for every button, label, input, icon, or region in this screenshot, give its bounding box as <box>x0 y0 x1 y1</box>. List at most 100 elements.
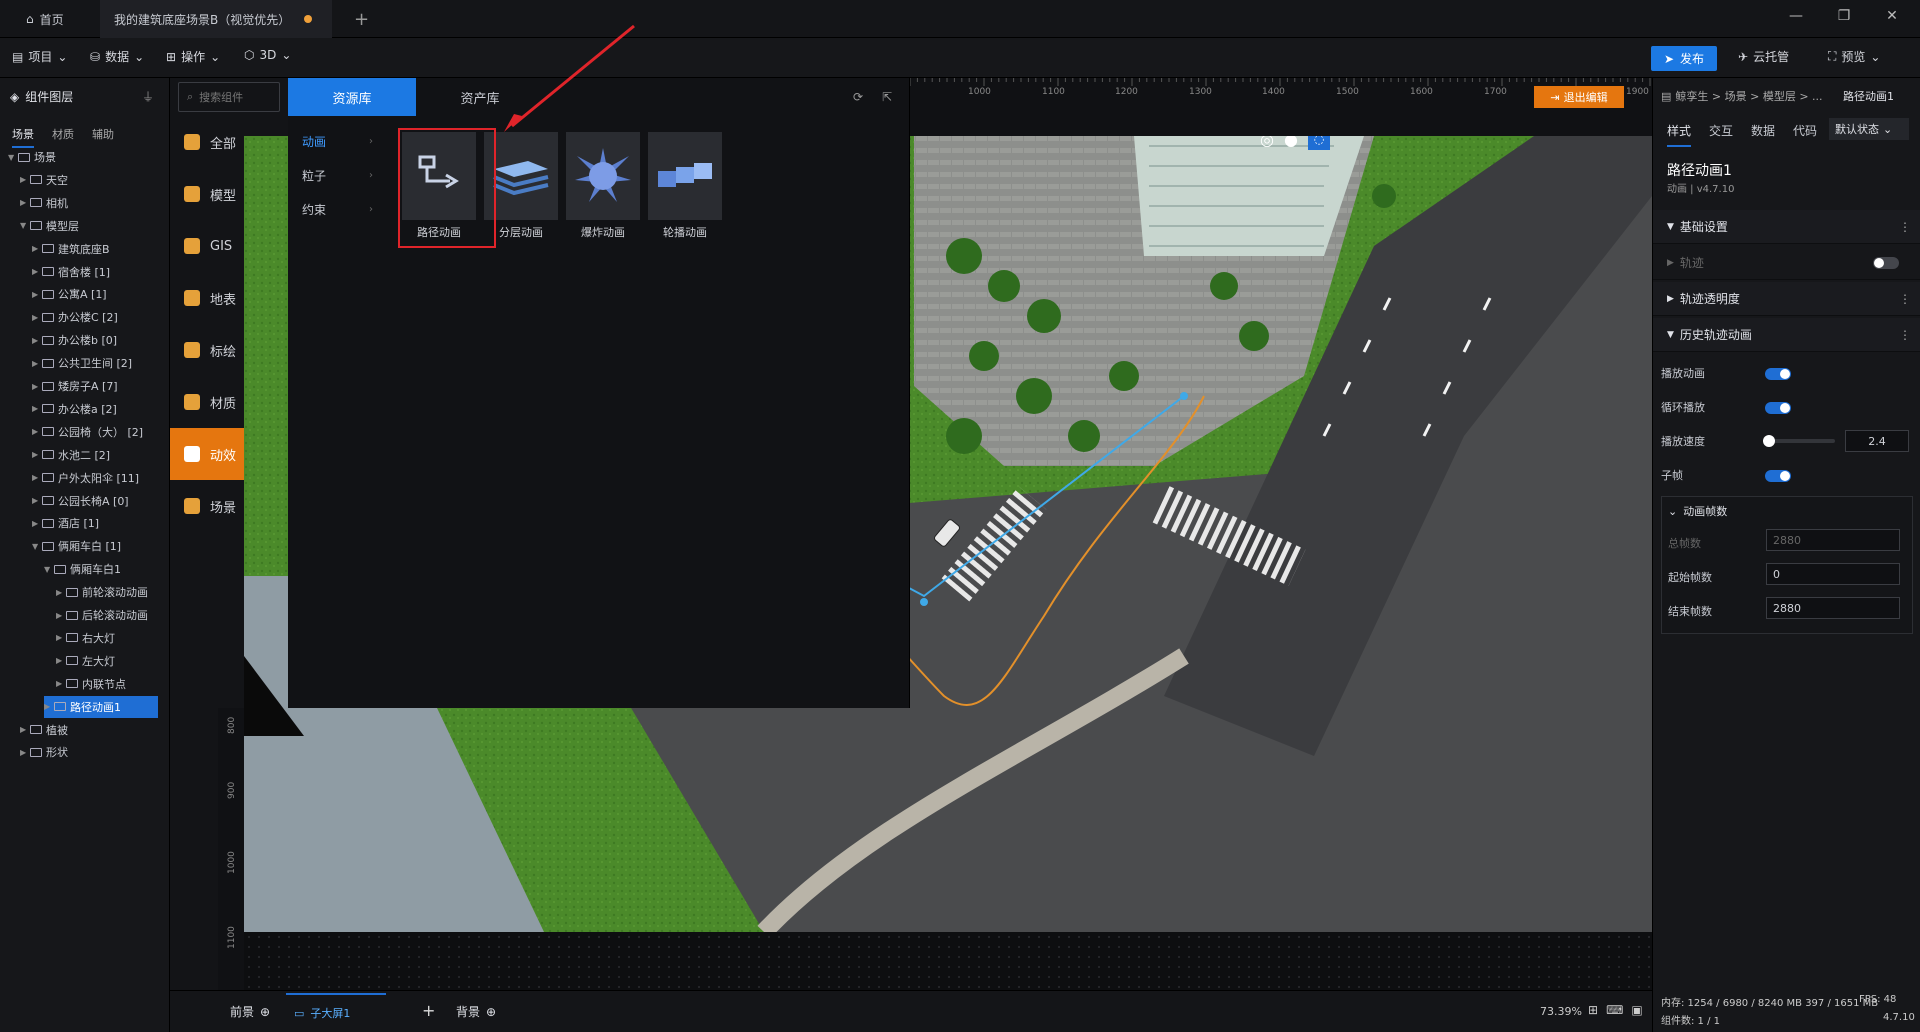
restore-icon[interactable]: ❐ <box>1832 8 1856 30</box>
layer-tree-item[interactable]: ▶ 办公楼b [0] <box>32 329 158 351</box>
caret-right-icon[interactable]: ▶ <box>32 450 42 459</box>
section-basic[interactable]: ▼ 基础设置 ⋮ <box>1653 210 1920 244</box>
caret-right-icon[interactable]: ▶ <box>32 244 42 253</box>
right-tab-data[interactable]: 数据 <box>1751 122 1775 139</box>
layer-tree-item[interactable]: ▶ 相机 <box>20 192 158 214</box>
tab-sub-screen[interactable]: ▭ 子大屏1 <box>286 993 386 1031</box>
left-tab-helper[interactable]: 辅助 <box>92 126 114 142</box>
layer-tree-item[interactable]: ▶ 前轮滚动动画 <box>56 581 158 603</box>
start-frame-input[interactable]: 0 <box>1766 563 1900 585</box>
more-icon[interactable]: ⋮ <box>1899 292 1911 306</box>
tab-home[interactable]: ⌂ 首页 <box>12 0 78 38</box>
menu-project[interactable]: ▤ 项目 ⌄ <box>12 48 67 65</box>
keyboard-icon[interactable]: ⌨ <box>1606 1003 1623 1017</box>
sphere-icon[interactable]: ● <box>1284 136 1298 149</box>
frames-header[interactable]: ⌄ 动画帧数 <box>1668 503 1727 519</box>
caret-down-icon[interactable]: ▼ <box>8 153 18 162</box>
foreground-button[interactable]: 前景 ⊕ <box>230 1003 270 1020</box>
section-history[interactable]: ▼ 历史轨迹动画 ⋮ <box>1653 318 1920 352</box>
section-track[interactable]: ▶ 轨迹 <box>1653 246 1920 280</box>
resource-card[interactable]: 爆炸动画 <box>566 132 640 242</box>
refresh-icon[interactable]: ⟳ <box>853 90 863 104</box>
layer-tree-item[interactable]: ▶ 宿舍楼 [1] <box>32 261 158 283</box>
caret-right-icon[interactable]: ▶ <box>32 473 42 482</box>
caret-right-icon[interactable]: ▶ <box>56 633 66 642</box>
layer-tree-item[interactable]: ▶ 公园椅（大） [2] <box>32 421 158 443</box>
menu-operate[interactable]: ⊞ 操作 ⌄ <box>166 48 220 65</box>
globe-icon[interactable]: ◎ <box>1260 136 1274 149</box>
caret-right-icon[interactable]: ▶ <box>20 198 30 207</box>
play-toggle[interactable] <box>1765 368 1791 380</box>
layer-tree-item[interactable]: ▼ 俩厢车白 [1] <box>32 535 158 557</box>
menu-data[interactable]: ⛁ 数据 ⌄ <box>90 48 144 65</box>
caret-right-icon[interactable]: ▶ <box>32 336 42 345</box>
caret-right-icon[interactable]: ▶ <box>32 290 42 299</box>
exit-edit-button[interactable]: ⇥ 退出编辑 <box>1534 86 1624 108</box>
caret-right-icon[interactable]: ▶ <box>20 175 30 184</box>
tab-scene[interactable]: 我的建筑底座场景B（视觉优先） <box>100 0 332 38</box>
layer-tree-item[interactable]: ▶ 形状 <box>20 741 158 763</box>
speed-input[interactable]: 2.4 <box>1845 430 1909 452</box>
caret-right-icon[interactable]: ▶ <box>32 267 42 276</box>
layer-tree-item[interactable]: ▶ 办公楼C [2] <box>32 306 158 328</box>
layer-tree-item[interactable]: ▶ 公园长椅A [0] <box>32 490 158 512</box>
caret-right-icon[interactable]: ▶ <box>20 748 30 757</box>
caret-right-icon[interactable]: ▶ <box>32 519 42 528</box>
caret-right-icon[interactable]: ▶ <box>56 611 66 620</box>
track-toggle[interactable] <box>1873 257 1899 269</box>
layer-tree-item[interactable]: ▼ 模型层 <box>20 215 158 237</box>
terminal-icon[interactable]: ▣ <box>1631 1003 1642 1017</box>
layer-tree-item[interactable]: ▶ 办公楼a [2] <box>32 398 158 420</box>
right-tab-style[interactable]: 样式 <box>1667 122 1692 147</box>
more-icon[interactable]: ⋮ <box>1899 220 1911 234</box>
speed-slider[interactable] <box>1763 435 1835 447</box>
filter-icon[interactable]: ⏚ <box>142 88 154 105</box>
layer-tree-item[interactable]: ▶ 矮房子A [7] <box>32 375 158 397</box>
left-tab-scene[interactable]: 场景 <box>12 126 34 148</box>
end-frame-input[interactable]: 2880 <box>1766 597 1900 619</box>
layer-tree-item[interactable]: ▶ 公共卫生间 [2] <box>32 352 158 374</box>
caret-right-icon[interactable]: ▶ <box>56 679 66 688</box>
section-track-opacity[interactable]: ▶ 轨迹透明度 ⋮ <box>1653 282 1920 316</box>
fit-screen-icon[interactable]: ⊞ <box>1588 1003 1598 1017</box>
menu-3d[interactable]: ⬡ 3D ⌄ <box>244 48 291 62</box>
caret-down-icon[interactable]: ▼ <box>20 221 30 230</box>
loop-toggle[interactable] <box>1765 402 1791 414</box>
right-tab-code[interactable]: 代码 <box>1793 122 1817 139</box>
more-icon[interactable]: ⋮ <box>1899 328 1911 342</box>
left-tab-material[interactable]: 材质 <box>52 126 74 142</box>
layer-tree-item[interactable]: ▶ 酒店 [1] <box>32 512 158 534</box>
layer-tree-item[interactable]: ▶ 内联节点 <box>56 673 158 695</box>
layer-tree-item[interactable]: ▶ 植被 <box>20 719 158 741</box>
resource-subnav-item[interactable]: 粒子 › <box>288 160 383 190</box>
layer-tree-item[interactable]: ▶ 水池二 [2] <box>32 444 158 466</box>
new-tab-button[interactable]: + <box>340 0 383 38</box>
layer-tree-item[interactable]: ▶ 后轮滚动动画 <box>56 604 158 626</box>
cloud-host-button[interactable]: ✈ 云托管 <box>1738 48 1789 65</box>
publish-button[interactable]: ➤ 发布 <box>1651 46 1717 71</box>
orbit-icon[interactable]: ◌ <box>1307 136 1330 150</box>
layer-tree-item[interactable]: ▶ 公寓A [1] <box>32 283 158 305</box>
caret-right-icon[interactable]: ▶ <box>32 427 42 436</box>
minimize-icon[interactable]: — <box>1784 8 1808 30</box>
right-tab-interaction[interactable]: 交互 <box>1709 122 1733 139</box>
preview-button[interactable]: ⛶ 预览 ⌄ <box>1828 48 1880 65</box>
caret-down-icon[interactable]: ▼ <box>32 542 42 551</box>
state-select[interactable]: 默认状态 ⌄ <box>1829 118 1909 140</box>
resource-subnav-item[interactable]: 动画 › <box>288 126 383 156</box>
caret-right-icon[interactable]: ▶ <box>32 313 42 322</box>
layer-tree-item[interactable]: ▼ 俩厢车白1 <box>44 558 158 580</box>
add-screen-button[interactable]: + <box>422 1001 435 1020</box>
caret-right-icon[interactable]: ▶ <box>32 404 42 413</box>
background-button[interactable]: 背景 ⊕ <box>456 1003 496 1020</box>
caret-right-icon[interactable]: ▶ <box>20 725 30 734</box>
layer-tree-item[interactable]: ▶ 建筑底座B <box>32 238 158 260</box>
close-icon[interactable]: ✕ <box>1880 8 1904 30</box>
tab-resource-library[interactable]: 资源库 <box>288 78 416 116</box>
caret-right-icon[interactable]: ▶ <box>32 359 42 368</box>
caret-right-icon[interactable]: ▶ <box>56 656 66 665</box>
layer-tree-item[interactable]: ▶ 户外太阳伞 [11] <box>32 467 158 489</box>
caret-right-icon[interactable]: ▶ <box>44 702 54 711</box>
speed-slider-handle[interactable] <box>1763 435 1775 447</box>
layer-tree-item[interactable]: ▶ 路径动画1 <box>44 695 158 718</box>
